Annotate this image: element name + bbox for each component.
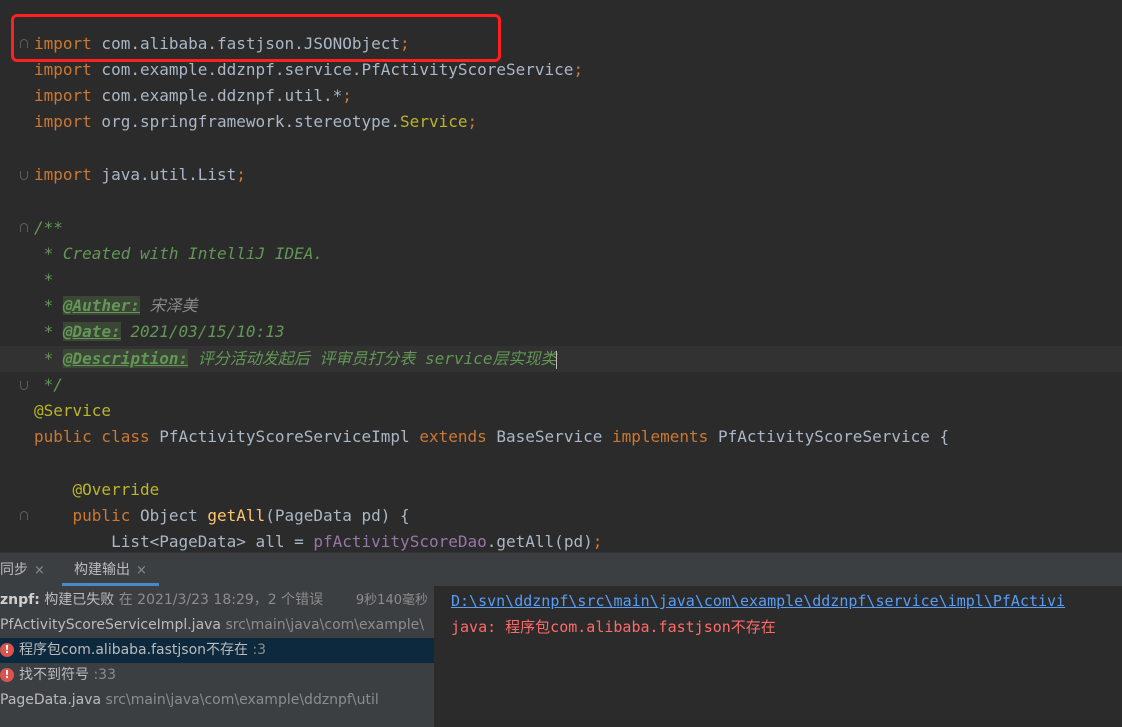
doc-comment-date[interactable]: * @Date: 2021/03/15/10:13	[34, 319, 284, 345]
error-icon: !	[0, 643, 14, 657]
build-duration: 9秒140毫秒	[355, 593, 428, 608]
doc-prefix: *	[34, 322, 63, 341]
tree-row-build-summary[interactable]: znpf: 构建已失败 在 2021/3/23 18:29，2 个错误 9秒14…	[0, 588, 434, 613]
code-line-method-declaration[interactable]: public Object getAll(PageData pd) {	[34, 503, 410, 529]
method-name: getAll	[207, 506, 266, 525]
doc-tag-description: @Description:	[62, 349, 189, 368]
code-editor[interactable]: import com.alibaba.fastjson.JSONObject; …	[0, 0, 1122, 552]
doc-tag-date: @Date:	[62, 322, 121, 341]
field-reference: pfActivityScoreDao	[313, 532, 487, 551]
semicolon: ;	[573, 60, 584, 79]
annotation-class-name: Service	[400, 112, 468, 131]
semicolon: ;	[236, 165, 246, 184]
error-line: :3	[248, 642, 267, 658]
import-path: com.example.ddznpf.service.PfActivitySco…	[91, 60, 574, 79]
annotation-service[interactable]: @Service	[34, 398, 111, 424]
doc-prefix: *	[34, 296, 63, 315]
highlight-annotation-box	[11, 14, 501, 62]
project-name: znpf:	[0, 592, 40, 608]
semicolon: ;	[592, 532, 603, 551]
file-name: PageData.java	[0, 692, 102, 708]
fold-marker-icon[interactable]	[20, 511, 28, 520]
doc-prefix: *	[34, 349, 63, 368]
statement-call: .getAll(pd)	[486, 532, 593, 551]
doc-comment-open[interactable]: /**	[34, 215, 63, 241]
tree-row-file-pagedata[interactable]: PageData.java src\main\java\com\example\…	[0, 688, 434, 713]
base-class-name: BaseService	[486, 427, 603, 446]
build-tree[interactable]: znpf: 构建已失败 在 2021/3/23 18:29，2 个错误 9秒14…	[0, 586, 434, 727]
tab-build-output[interactable]: 构建输出 ×	[62, 553, 159, 586]
build-tool-window: 同步 × 构建输出 × znpf: 构建已失败 在 2021/3/23 18:29，…	[0, 552, 1122, 727]
build-timestamp: 在 2021/3/23 18:29，2 个错误	[114, 592, 324, 608]
annotation-override[interactable]: @Override	[34, 477, 160, 503]
keyword-extends: extends	[409, 427, 487, 446]
doc-value-date: 2021/03/15/10:13	[120, 322, 285, 341]
import-path: java.util.List	[91, 165, 237, 184]
error-text: 找不到符号	[19, 667, 89, 683]
console-error-message: java: 程序包com.alibaba.fastjson不存在	[451, 618, 776, 636]
code-line-import-list[interactable]: import java.util.List;	[34, 162, 246, 188]
doc-value-description: 评分活动发起后 评审员打分表 service层实现类	[188, 349, 557, 368]
return-type: Object	[130, 506, 208, 525]
doc-comment-created[interactable]: * Created with IntelliJ IDEA.	[34, 241, 323, 267]
keyword-import: import	[34, 86, 92, 105]
doc-tag-author: @Auther:	[62, 296, 140, 315]
keyword-class: class	[91, 427, 150, 446]
semicolon: ;	[342, 86, 352, 105]
method-params: (PageData pd) {	[265, 506, 410, 525]
build-console-output[interactable]: D:\svn\ddznpf\src\main\java\com\example\…	[436, 586, 1122, 727]
error-icon: !	[0, 668, 14, 682]
error-line: :33	[89, 667, 116, 683]
tab-sync[interactable]: 同步 ×	[0, 553, 45, 586]
keyword-public: public	[34, 427, 92, 446]
import-path: com.example.ddznpf.util.*	[91, 86, 343, 105]
error-text: 程序包com.alibaba.fastjson不存在	[19, 642, 249, 658]
editor-gutter[interactable]	[0, 0, 28, 552]
keyword-import: import	[34, 165, 92, 184]
tree-row-file-serviceimpl[interactable]: PfActivityScoreServiceImpl.java src\main…	[0, 613, 434, 638]
error-file-link[interactable]: D:\svn\ddznpf\src\main\java\com\example\…	[451, 588, 1065, 614]
keyword-implements: implements	[602, 427, 709, 446]
tab-build-output-label: 构建输出	[74, 562, 130, 578]
tree-row-error-symbol[interactable]: ! 找不到符号 :33	[0, 663, 434, 688]
close-icon[interactable]: ×	[136, 563, 147, 578]
doc-comment-close[interactable]: */	[34, 372, 63, 398]
file-name: PfActivityScoreServiceImpl.java	[0, 617, 222, 633]
code-line-import-util[interactable]: import com.example.ddznpf.util.*;	[34, 83, 352, 109]
statement-lhs: List<PageData> all =	[34, 532, 314, 551]
tab-sync-label: 同步	[0, 562, 28, 578]
fold-marker-icon[interactable]	[20, 171, 28, 180]
class-name: PfActivityScoreServiceImpl	[149, 427, 410, 446]
code-line-class-declaration[interactable]: public class PfActivityScoreServiceImpl …	[34, 424, 949, 450]
tree-row-error-package[interactable]: ! 程序包com.alibaba.fastjson不存在 :3	[0, 638, 434, 663]
doc-comment-description[interactable]: * @Description: 评分活动发起后 评审员打分表 service层实…	[34, 346, 558, 372]
fold-marker-icon[interactable]	[20, 381, 28, 390]
interface-name: PfActivityScoreService {	[708, 427, 950, 446]
keyword-public: public	[34, 506, 131, 525]
fold-marker-icon[interactable]	[20, 223, 28, 232]
build-status: 构建已失败	[39, 592, 115, 608]
close-icon[interactable]: ×	[34, 563, 45, 578]
keyword-import: import	[34, 60, 92, 79]
file-path: src\main\java\com\example\	[221, 617, 424, 633]
doc-value-author: 宋泽美	[139, 296, 198, 315]
file-path: src\main\java\com\example\ddznpf\util	[101, 692, 379, 708]
build-tab-bar: 同步 × 构建输出 ×	[0, 553, 1122, 587]
keyword-import: import	[34, 112, 92, 131]
code-line-import-stereotype[interactable]: import org.springframework.stereotype.Se…	[34, 109, 477, 135]
doc-comment-author[interactable]: * @Auther: 宋泽美	[34, 293, 198, 319]
import-path: org.springframework.stereotype.	[91, 112, 401, 131]
code-line-statement[interactable]: List<PageData> all = pfActivityScoreDao.…	[34, 529, 602, 552]
text-caret	[556, 350, 558, 369]
semicolon: ;	[467, 112, 478, 131]
doc-comment-blank[interactable]: *	[34, 267, 54, 293]
